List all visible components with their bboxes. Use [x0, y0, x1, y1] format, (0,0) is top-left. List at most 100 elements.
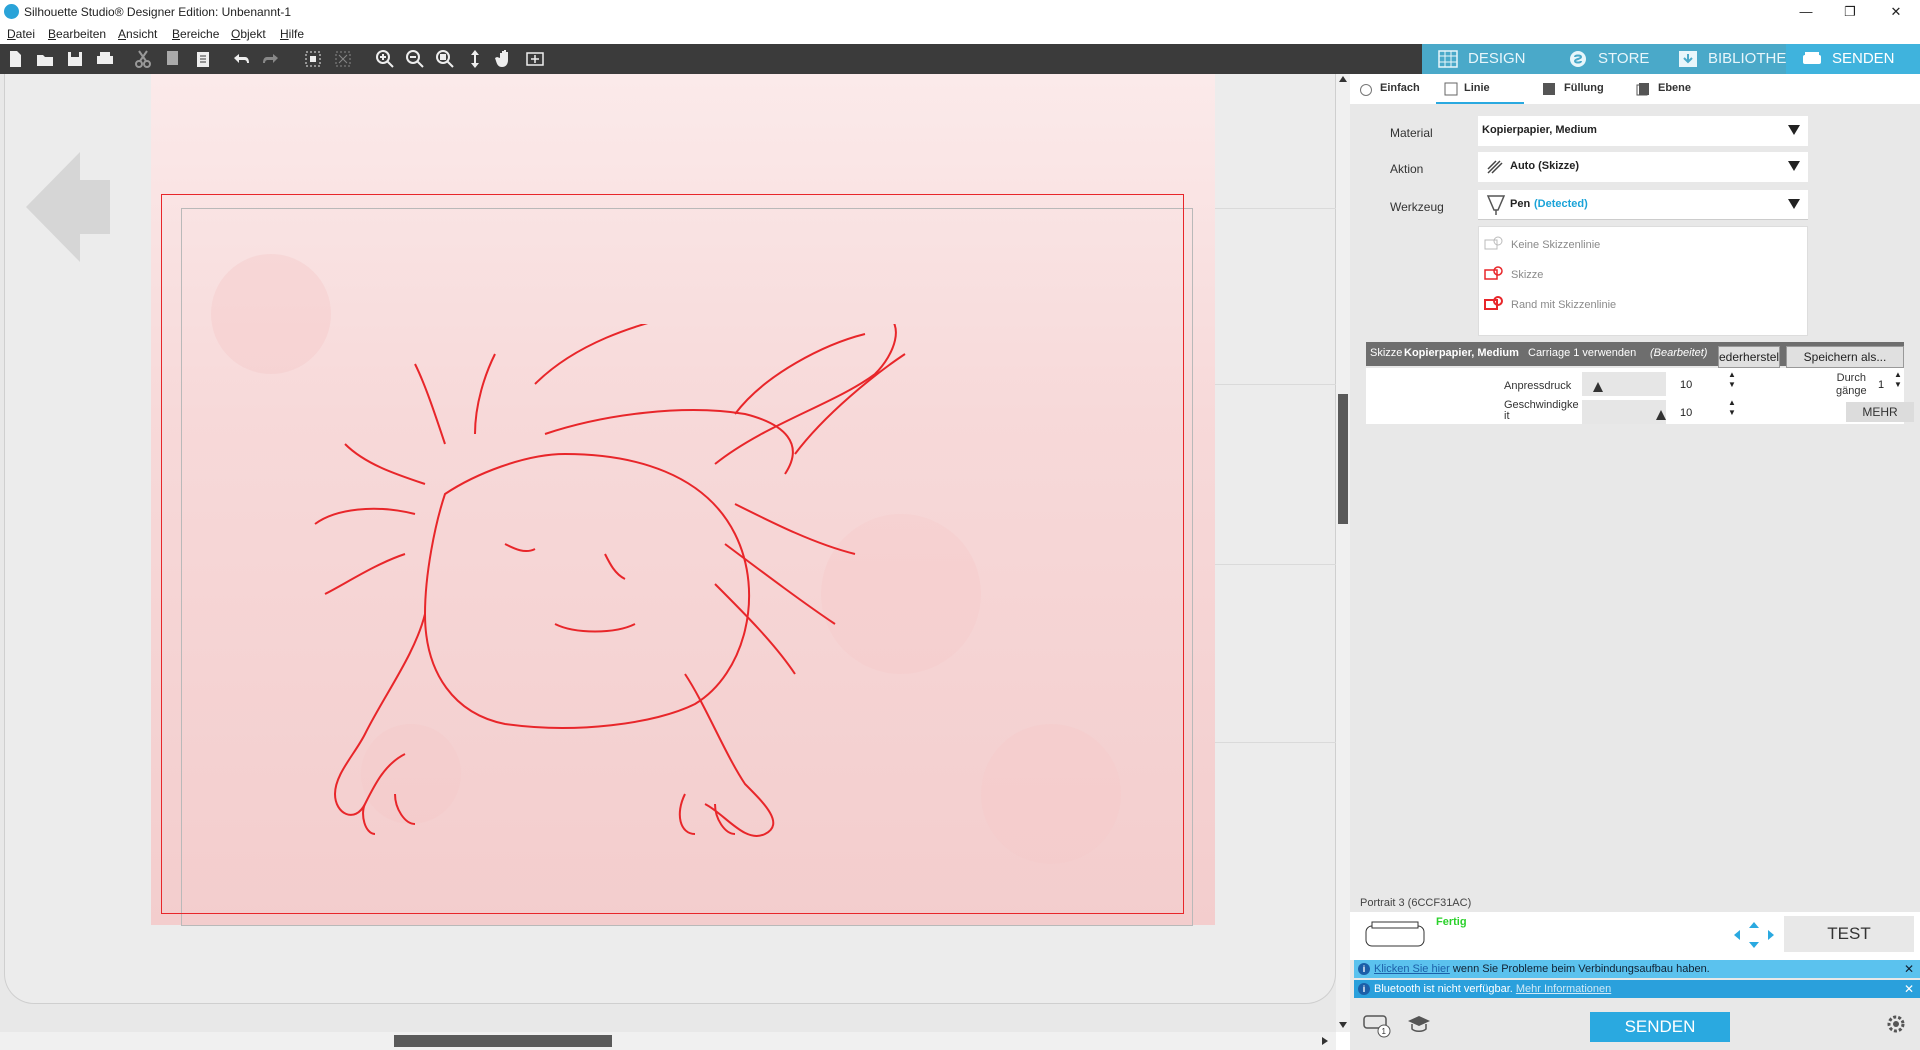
tab-fuellung[interactable]: Füllung [1564, 82, 1604, 94]
fill-icon [1543, 83, 1555, 95]
tab-senden-label: SENDEN [1832, 50, 1895, 67]
close-notice-icon[interactable]: ✕ [1904, 960, 1914, 978]
mat-grid-line [1215, 564, 1337, 565]
undo-icon[interactable] [230, 48, 252, 70]
werkzeug-status: (Detected) [1534, 198, 1588, 210]
scroll-right-arrow-icon[interactable] [1322, 1037, 1328, 1045]
slider-thumb-icon[interactable] [1593, 382, 1604, 392]
send-history-icon[interactable]: 1 [1362, 1012, 1392, 1038]
menu-bearbeiten[interactable]: Bearbeiten [48, 27, 106, 41]
settings-gear-icon[interactable] [1886, 1014, 1906, 1034]
print-icon[interactable] [94, 48, 116, 70]
title-bar: Silhouette Studio® Designer Edition: Unb… [0, 0, 1920, 24]
cutter-icon [1803, 52, 1821, 64]
notice-connection-link[interactable]: Klicken Sie hier [1374, 963, 1450, 975]
redo-icon[interactable] [260, 48, 282, 70]
tutorial-graduation-cap-icon[interactable] [1406, 1014, 1432, 1034]
close-notice-icon[interactable]: ✕ [1904, 980, 1914, 998]
tab-bibliothek-label: BIBLIOTHEK [1708, 50, 1797, 67]
senden-button[interactable]: SENDEN [1590, 1012, 1730, 1042]
menu-datei[interactable]: Datei [7, 27, 35, 41]
close-button[interactable]: ✕ [1876, 2, 1916, 22]
copy-icon[interactable] [162, 48, 184, 70]
option-rand-mit-skizzenlinie[interactable]: Rand mit Skizzenlinie [1511, 299, 1616, 311]
option-skizze[interactable]: Skizze [1511, 269, 1543, 281]
geschwindigkeit-stepper[interactable]: ▲ ▼ [1728, 398, 1736, 418]
info-icon: i [1358, 963, 1370, 975]
scroll-down-arrow-icon[interactable] [1339, 1022, 1347, 1028]
svg-text:1: 1 [1382, 1027, 1387, 1036]
restore-button[interactable]: ederherstel [1718, 346, 1780, 368]
menu-hilfe[interactable]: Hilfe [280, 27, 304, 41]
slider-thumb-icon[interactable] [1656, 410, 1666, 420]
option-keine-skizzenlinie[interactable]: Keine Skizzenlinie [1511, 239, 1600, 251]
anpressdruck-slider[interactable] [1582, 372, 1666, 396]
add-page-icon[interactable] [524, 48, 546, 70]
save-as-button[interactable]: Speichern als... [1786, 346, 1904, 368]
geschwindigkeit-input[interactable]: 10 [1678, 402, 1724, 424]
preset-state: (Bearbeitet) [1650, 347, 1708, 359]
toolbar [0, 44, 1348, 74]
scroll-up-arrow-icon[interactable] [1339, 76, 1347, 82]
pan-hand-icon[interactable] [494, 48, 516, 70]
menu-ansicht[interactable]: Ansicht [118, 27, 157, 41]
horizontal-scroll-thumb[interactable] [394, 1035, 612, 1047]
anpressdruck-stepper[interactable]: ▲ ▼ [1728, 370, 1736, 390]
tab-bibliothek[interactable]: BIBLIOTHEK [1662, 44, 1796, 74]
durchgaenge-stepper[interactable]: ▲ ▼ [1894, 370, 1902, 390]
cut-icon[interactable] [132, 48, 154, 70]
geschwindigkeit-label-line2: it [1504, 410, 1510, 422]
tab-store[interactable]: STORE [1552, 44, 1662, 74]
ungroup-icon[interactable] [332, 48, 354, 70]
werkzeug-dropdown[interactable]: Pen (Detected) [1478, 190, 1808, 220]
vertical-scroll-thumb[interactable] [1338, 394, 1348, 524]
notice-bluetooth-link[interactable]: Mehr Informationen [1516, 983, 1611, 995]
no-sketch-line-icon [1484, 236, 1503, 250]
minimize-button[interactable]: — [1786, 2, 1826, 22]
vertical-scrollbar[interactable] [1336, 74, 1350, 1032]
einfach-radio[interactable] [1360, 84, 1372, 96]
aktion-dropdown[interactable]: Auto (Skizze) [1478, 152, 1808, 182]
tab-design[interactable]: DESIGN [1422, 44, 1552, 74]
axolotl-sketch[interactable] [305, 324, 1005, 884]
geschwindigkeit-slider[interactable] [1582, 400, 1666, 424]
send-panel: Einfach Linie Füllung Ebene Material Kop… [1350, 74, 1920, 1050]
geschwindigkeit-label-line1: Geschwindigke [1504, 399, 1579, 411]
previous-page-arrow-icon[interactable] [26, 152, 110, 262]
mat-grid-line [1215, 384, 1337, 385]
chevron-down-icon [1788, 125, 1800, 135]
horizontal-scrollbar[interactable] [0, 1032, 1336, 1050]
tab-senden[interactable]: SENDEN [1786, 44, 1920, 74]
test-button[interactable]: TEST [1784, 916, 1914, 952]
notice-connection: i Klicken Sie hier wenn Sie Probleme bei… [1354, 960, 1920, 978]
new-file-icon[interactable] [4, 48, 26, 70]
canvas-area[interactable] [0, 74, 1337, 1032]
line-icon [1444, 82, 1458, 96]
tab-einfach[interactable]: Einfach [1380, 82, 1420, 94]
menu-objekt[interactable]: Objekt [231, 27, 266, 41]
group-icon[interactable] [302, 48, 324, 70]
material-dropdown[interactable]: Kopierpapier, Medium [1478, 116, 1808, 146]
main-tabs: DESIGN STORE BIBLIOTHEK SENDEN [1348, 44, 1920, 74]
material-value: Kopierpapier, Medium [1482, 124, 1597, 136]
open-folder-icon[interactable] [34, 48, 56, 70]
pen-tool-icon [1486, 195, 1506, 215]
menu-bereiche[interactable]: Bereiche [172, 27, 219, 41]
zoom-out-icon[interactable] [404, 48, 426, 70]
mehr-button[interactable]: MEHR [1846, 402, 1914, 422]
preset-material: Kopierpapier, Medium [1404, 347, 1519, 359]
save-icon[interactable] [64, 48, 86, 70]
tab-design-label: DESIGN [1468, 50, 1526, 67]
zoom-in-icon[interactable] [374, 48, 396, 70]
paste-icon[interactable] [192, 48, 214, 70]
menu-bar: Datei Bearbeiten Ansicht Bereiche Objekt… [0, 24, 1920, 44]
zoom-selection-icon[interactable] [434, 48, 456, 70]
move-arrows-icon[interactable] [1734, 922, 1774, 948]
fit-to-page-icon[interactable] [464, 48, 486, 70]
tab-ebene[interactable]: Ebene [1658, 82, 1691, 94]
tab-linie[interactable]: Linie [1464, 82, 1490, 94]
notice-bluetooth: i Bluetooth ist nicht verfügbar. Mehr In… [1354, 980, 1920, 998]
anpressdruck-input[interactable]: 10 [1678, 374, 1724, 396]
cutter-device-icon [1365, 921, 1425, 947]
maximize-button[interactable]: ❐ [1830, 2, 1870, 22]
